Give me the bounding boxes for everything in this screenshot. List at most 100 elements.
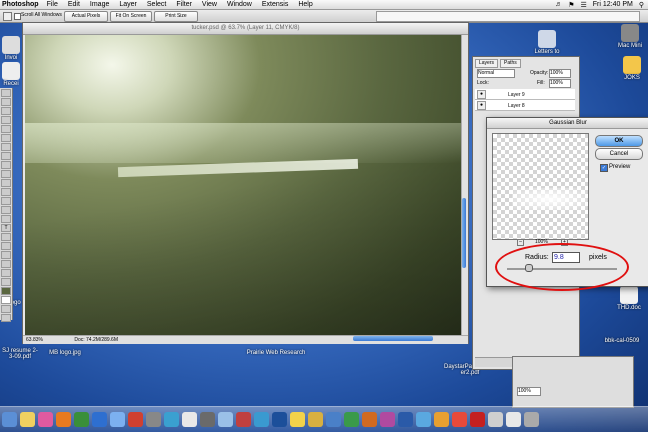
ok-button[interactable]: OK [595, 135, 643, 147]
brush-tool-icon[interactable] [1, 152, 11, 160]
screen-mode-icon[interactable] [1, 314, 11, 322]
palette-well[interactable] [376, 11, 640, 22]
menu-select[interactable]: Select [147, 1, 166, 8]
background-color-swatch[interactable] [1, 296, 11, 304]
tab-paths[interactable]: Paths [500, 59, 521, 68]
gradient-tool-icon[interactable] [1, 188, 11, 196]
app-icon[interactable] [74, 412, 89, 427]
stamp-tool-icon[interactable] [1, 161, 11, 169]
desktop-icon[interactable]: Invoi [0, 36, 22, 61]
finder-icon[interactable] [2, 412, 17, 427]
tab-layers[interactable]: Layers [475, 59, 499, 68]
desktop-icon[interactable]: THD.doc [612, 286, 646, 311]
app-icon[interactable] [128, 412, 143, 427]
dialog-title[interactable]: Gaussian Blur [487, 118, 648, 129]
trash-icon[interactable] [524, 412, 539, 427]
flag-icon[interactable]: ⚑ [568, 1, 574, 9]
path-selection-tool-icon[interactable] [1, 215, 11, 223]
skype-icon[interactable] [254, 412, 269, 427]
desktop-icon[interactable]: Mac Mini [612, 24, 648, 49]
info-field[interactable]: 100% [517, 387, 541, 396]
menu-filter[interactable]: Filter [176, 1, 192, 8]
app-icon[interactable] [380, 412, 395, 427]
blend-mode-select[interactable]: Normal [477, 69, 515, 78]
app-icon[interactable] [110, 412, 125, 427]
powerpoint-icon[interactable] [362, 412, 377, 427]
healing-brush-tool-icon[interactable] [1, 143, 11, 151]
marquee-tool-icon[interactable] [1, 98, 11, 106]
desktop-icon[interactable]: Recei [0, 62, 22, 87]
scroll-all-checkbox[interactable] [14, 13, 21, 20]
wifi-icon[interactable]: ☰ [581, 1, 587, 9]
vertical-scrollbar[interactable] [461, 35, 468, 335]
shape-tool-icon[interactable] [1, 242, 11, 250]
app-icon[interactable] [290, 412, 305, 427]
app-icon[interactable] [38, 412, 53, 427]
horizontal-scroll-thumb[interactable] [353, 336, 433, 341]
app-icon[interactable] [164, 412, 179, 427]
menu-view[interactable]: View [202, 1, 217, 8]
actual-pixels-button[interactable]: Actual Pixels [64, 11, 108, 22]
desktop-icon[interactable]: MB logo.jpg [42, 350, 88, 356]
desktop-icon[interactable]: Prairie Web Research [236, 350, 316, 356]
eye-icon[interactable]: ● [477, 90, 486, 99]
magic-wand-tool-icon[interactable] [1, 116, 11, 124]
layer-row[interactable]: ● Layer 8 [475, 100, 575, 111]
eraser-tool-icon[interactable] [1, 179, 11, 187]
calendar-icon[interactable] [182, 412, 197, 427]
move-tool-icon[interactable] [1, 89, 11, 97]
acrobat-icon[interactable] [470, 412, 485, 427]
app-icon[interactable] [200, 412, 215, 427]
menu-layer[interactable]: Layer [119, 1, 137, 8]
zoom-tool-icon[interactable] [1, 278, 11, 286]
pen-tool-icon[interactable] [1, 233, 11, 241]
app-menu[interactable]: Photoshop [2, 1, 39, 8]
print-size-button[interactable]: Print Size [154, 11, 198, 22]
cancel-button[interactable]: Cancel [595, 148, 643, 160]
word-icon[interactable] [326, 412, 341, 427]
app-icon[interactable] [146, 412, 161, 427]
app-icon[interactable] [236, 412, 251, 427]
foreground-color-swatch[interactable] [1, 287, 11, 295]
eye-icon[interactable]: ● [477, 101, 486, 110]
blur-tool-icon[interactable] [1, 197, 11, 205]
menu-file[interactable]: File [47, 1, 58, 8]
fit-on-screen-button[interactable]: Fit On Screen [110, 11, 152, 22]
desktop-icon[interactable]: SJ resume 2-3-09.pdf [0, 348, 40, 360]
desktop-icon[interactable]: JOKS [618, 56, 646, 81]
history-brush-tool-icon[interactable] [1, 170, 11, 178]
app-icon[interactable] [416, 412, 431, 427]
zoom-out-button[interactable]: – [517, 239, 524, 246]
app-icon[interactable] [488, 412, 503, 427]
preview-checkbox[interactable]: ✓ [600, 164, 608, 172]
image-canvas[interactable] [25, 35, 461, 335]
dodge-tool-icon[interactable] [1, 206, 11, 214]
photoshop-icon[interactable] [272, 412, 287, 427]
menu-edit[interactable]: Edit [68, 1, 80, 8]
excel-icon[interactable] [344, 412, 359, 427]
desktop-icon[interactable]: bbk-cal-0509 [596, 338, 648, 344]
spotlight-icon[interactable]: ⚲ [639, 1, 644, 9]
menu-help[interactable]: Help [298, 1, 312, 8]
firefox-icon[interactable] [56, 412, 71, 427]
app-icon[interactable] [20, 412, 35, 427]
quick-mask-icon[interactable] [1, 305, 11, 313]
app-icon[interactable] [452, 412, 467, 427]
hand-tool-icon[interactable] [1, 269, 11, 277]
slice-tool-icon[interactable] [1, 134, 11, 142]
fill-field[interactable]: 100% [549, 79, 571, 88]
opacity-field[interactable]: 100% [549, 69, 571, 78]
eyedropper-tool-icon[interactable] [1, 260, 11, 268]
menu-image[interactable]: Image [90, 1, 109, 8]
app-icon[interactable] [308, 412, 323, 427]
app-icon[interactable] [398, 412, 413, 427]
crop-tool-icon[interactable] [1, 125, 11, 133]
lasso-tool-icon[interactable] [1, 107, 11, 115]
zoom-level[interactable]: 63.83% [26, 337, 43, 343]
safari-icon[interactable] [92, 412, 107, 427]
type-tool-icon[interactable]: T [1, 224, 11, 232]
image-window-title[interactable]: tucker.psd @ 63.7% (Layer 11, CMYK/8) [23, 23, 468, 35]
menu-window[interactable]: Window [227, 1, 252, 8]
blur-preview[interactable] [492, 133, 589, 240]
app-icon[interactable] [434, 412, 449, 427]
